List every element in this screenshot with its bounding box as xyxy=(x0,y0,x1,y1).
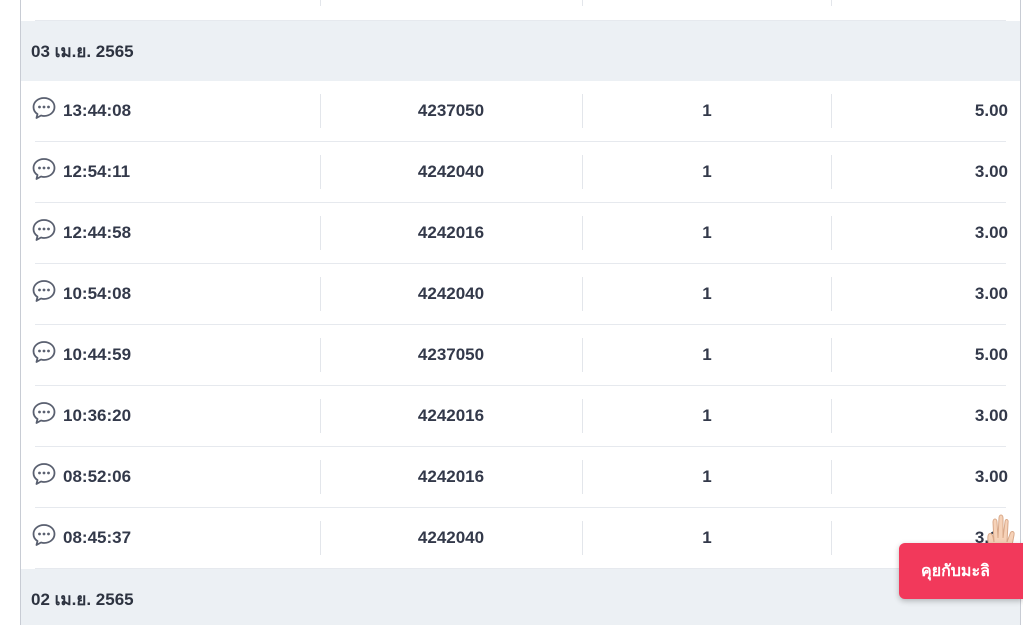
transaction-row[interactable]: 12:54:11 4242040 1 3.00 xyxy=(32,142,1008,203)
quantity-cell: 1 xyxy=(702,467,712,486)
time-text: 08:52:06 xyxy=(63,467,132,486)
chat-bubble-icon[interactable] xyxy=(31,95,57,121)
transaction-groups: 03 เม.ย. 2565 13:44:08 4237050 1 5.00 12:54:1… xyxy=(21,21,1020,625)
time-text: 13:44:08 xyxy=(63,101,132,120)
amount-cell: 3.00 xyxy=(974,406,1008,425)
time-cell: 10:54:08 xyxy=(31,264,321,324)
previous-row-stub xyxy=(35,0,1006,21)
column-divider xyxy=(582,0,583,6)
chat-bubble-icon[interactable] xyxy=(31,400,57,426)
quantity-cell: 1 xyxy=(702,162,712,181)
amount-cell: 5.00 xyxy=(974,101,1008,120)
quantity-cell: 1 xyxy=(702,284,712,303)
time-cell: 10:44:59 xyxy=(31,325,321,385)
quantity-cell: 1 xyxy=(702,345,712,364)
column-divider xyxy=(320,0,321,6)
quantity-cell: 1 xyxy=(702,528,712,547)
time-cell: 12:44:58 xyxy=(31,203,321,263)
code-cell: 4242016 xyxy=(417,223,485,242)
date-group-label: 02 เม.ย. 2565 xyxy=(31,589,134,609)
transaction-row[interactable]: 12:44:58 4242016 1 3.00 xyxy=(32,203,1008,264)
code-cell: 4242040 xyxy=(417,162,485,181)
quantity-cell: 1 xyxy=(702,406,712,425)
column-divider xyxy=(831,0,832,6)
amount-cell: 3.00 xyxy=(974,467,1008,486)
code-cell: 4242016 xyxy=(417,406,485,425)
transaction-row[interactable]: 10:44:59 4237050 1 5.00 xyxy=(32,325,1008,386)
time-text: 08:45:37 xyxy=(63,528,132,547)
time-text: 12:54:11 xyxy=(63,162,131,181)
chat-bubble-icon[interactable] xyxy=(31,461,57,487)
chat-button-label: คุยกับมะลิ xyxy=(921,562,990,580)
chat-bubble-icon[interactable] xyxy=(31,156,57,182)
amount-cell: 3.00 xyxy=(974,162,1008,181)
transaction-row[interactable]: 10:36:20 4242016 1 3.00 xyxy=(32,386,1008,447)
chat-bubble-icon[interactable] xyxy=(31,217,57,243)
date-group-header: 03 เม.ย. 2565 xyxy=(21,21,1020,81)
amount-cell: 3.00 xyxy=(974,284,1008,303)
code-cell: 4242016 xyxy=(417,467,485,486)
transaction-row[interactable]: 10:54:08 4242040 1 3.00 xyxy=(32,264,1008,325)
time-text: 12:44:58 xyxy=(63,223,132,242)
chat-bubble-icon[interactable] xyxy=(31,339,57,365)
chat-bubble-icon[interactable] xyxy=(31,278,57,304)
time-cell: 12:54:11 xyxy=(31,142,321,202)
transaction-row[interactable]: 13:44:08 4237050 1 5.00 xyxy=(32,81,1008,142)
chat-bubble-icon[interactable] xyxy=(31,522,57,548)
code-cell: 4242040 xyxy=(417,528,485,547)
transaction-row[interactable]: 08:45:37424204013.00 xyxy=(32,508,1008,569)
transaction-row[interactable]: 08:52:06 4242016 1 3.00 xyxy=(32,447,1008,508)
code-cell: 4237050 xyxy=(417,101,485,120)
date-group-label: 03 เม.ย. 2565 xyxy=(31,41,134,61)
time-text: 10:44:59 xyxy=(63,345,132,364)
time-cell: 13:44:08 xyxy=(31,81,321,141)
amount-cell: 3.00 xyxy=(974,223,1008,242)
code-cell: 4242040 xyxy=(417,284,485,303)
quantity-cell: 1 xyxy=(702,223,712,242)
chat-with-mali-button[interactable]: คุยกับมะลิ xyxy=(899,543,1023,599)
time-cell: 08:45:37 xyxy=(31,508,321,568)
time-cell: 10:36:20 xyxy=(31,386,321,446)
date-group-header: 02 เม.ย. 2565 xyxy=(21,569,1020,625)
amount-cell: 5.00 xyxy=(974,345,1008,364)
time-text: 10:36:20 xyxy=(63,406,132,425)
transaction-list-panel: 03 เม.ย. 2565 13:44:08 4237050 1 5.00 12:54:1… xyxy=(20,0,1021,625)
time-cell: 08:52:06 xyxy=(31,447,321,507)
quantity-cell: 1 xyxy=(702,101,712,120)
time-text: 10:54:08 xyxy=(63,284,132,303)
code-cell: 4237050 xyxy=(417,345,485,364)
